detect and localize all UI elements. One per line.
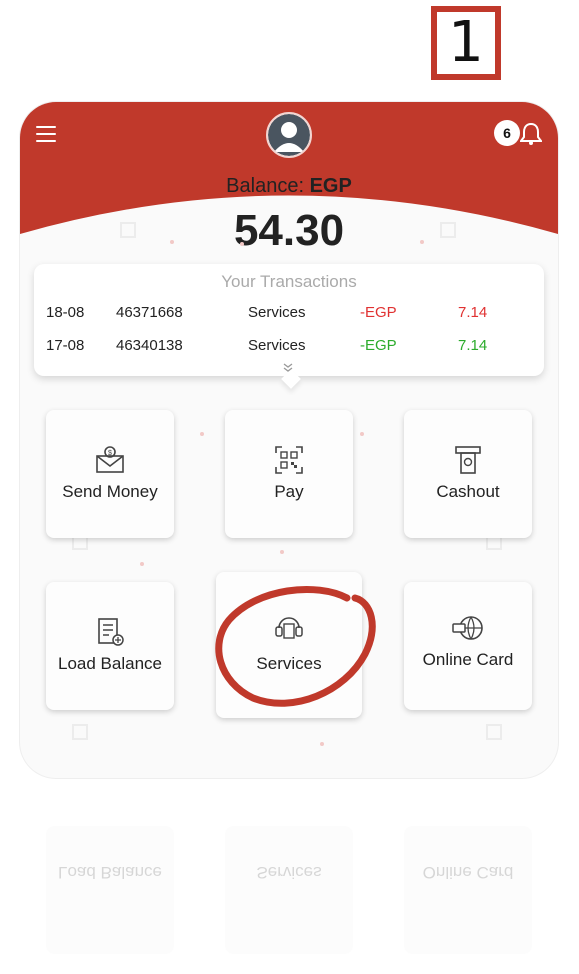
background-dot [320, 742, 324, 746]
pay-label: Pay [274, 482, 304, 501]
reflection-tile: Load Balance [46, 826, 174, 954]
step-number: 1 [448, 10, 484, 75]
online-card-label: Online Card [422, 650, 514, 669]
background-pattern [120, 222, 136, 238]
reflection-label: Services [256, 863, 322, 882]
online-card-button[interactable]: Online Card [404, 582, 532, 710]
screen-reflection: Load Balance Services Online Card [20, 790, 558, 974]
qr-code-icon [275, 446, 303, 474]
reflection-tile: Services [225, 826, 353, 954]
transaction-id: 46340138 [116, 337, 183, 354]
transaction-type: Services [248, 337, 306, 354]
cashout-button[interactable]: Cashout [404, 410, 532, 538]
transaction-amount: 7.14 [458, 337, 488, 354]
highlight-circle-annotation [215, 585, 376, 707]
transaction-currency: -EGP [360, 337, 397, 354]
bell-icon [520, 122, 542, 145]
reflection-tile: Online Card [404, 826, 532, 954]
background-dot [200, 432, 204, 436]
atm-cashout-icon [455, 446, 481, 474]
load-balance-icon [98, 618, 124, 646]
balance-label-text: Balance: [226, 175, 305, 197]
background-dot [360, 432, 364, 436]
reflection-label: Load Balance [58, 863, 162, 882]
transactions-card[interactable]: Your Transactions 18-08 46371668 Service… [34, 264, 544, 389]
transactions-title: Your Transactions [221, 272, 357, 291]
background-dot [280, 550, 284, 554]
transaction-type: Services [248, 304, 306, 321]
envelope-money-icon: $ [96, 446, 124, 473]
transaction-amount: 7.14 [458, 304, 488, 321]
background-dot [240, 242, 244, 246]
pay-button[interactable]: Pay [225, 410, 353, 538]
balance-label: Balance: EGP [20, 175, 558, 198]
balance-amount: 54.30 [233, 206, 345, 255]
transaction-currency: -EGP [360, 304, 397, 321]
background-pattern [72, 724, 88, 740]
double-chevron-down-icon[interactable] [282, 362, 294, 374]
load-balance-label: Load Balance [58, 654, 162, 673]
cashout-label: Cashout [436, 482, 500, 501]
user-avatar-icon[interactable] [266, 112, 312, 158]
background-dot [170, 240, 174, 244]
transaction-date: 17-08 [46, 337, 85, 354]
send-money-label: Send Money [62, 482, 158, 501]
reflection-label: Online Card [422, 863, 514, 882]
transaction-id: 46371668 [116, 304, 183, 321]
hamburger-menu-icon[interactable] [36, 126, 56, 142]
online-card-icon [452, 616, 483, 640]
balance-currency: EGP [309, 175, 352, 197]
transaction-row[interactable]: 17-08 46340138 Services -EGP 7.14 [34, 337, 544, 359]
notification-count-badge: 6 [494, 120, 520, 146]
transaction-date: 18-08 [46, 304, 85, 321]
transaction-row[interactable]: 18-08 46371668 Services -EGP 7.14 [34, 304, 544, 326]
background-dot [140, 562, 144, 566]
load-balance-button[interactable]: Load Balance [46, 582, 174, 710]
svg-text:$: $ [108, 450, 112, 457]
notifications-button[interactable]: 6 [494, 118, 544, 148]
background-pattern [486, 724, 502, 740]
background-pattern [440, 222, 456, 238]
step-number-badge: 1 [431, 6, 501, 80]
background-dot [420, 240, 424, 244]
send-money-button[interactable]: $ Send Money [46, 410, 174, 538]
